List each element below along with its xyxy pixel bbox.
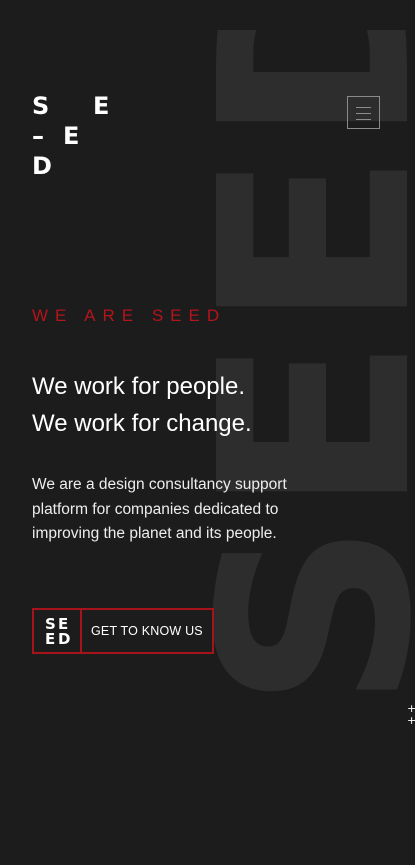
decorative-crosses: + + [407, 703, 415, 727]
eyebrow-text: WE ARE SEED [32, 306, 227, 325]
plus-icon: + [407, 714, 415, 727]
cta-logo-letter: E [45, 630, 56, 648]
menu-bar [356, 113, 371, 114]
headline-line-2: We work for change. [32, 410, 252, 437]
menu-button[interactable] [347, 96, 380, 129]
menu-bar [356, 119, 371, 120]
logo-letter: E [63, 122, 80, 150]
headline: We work for people. We work for change. [32, 368, 362, 442]
cta-seed-logo: S E E D [32, 608, 82, 654]
get-to-know-us-button[interactable]: S E E D GET TO KNOW US [32, 608, 214, 654]
cta-logo-letter: D [58, 630, 71, 648]
logo-letter: D [32, 152, 52, 180]
description-text: We are a design consultancy support plat… [32, 476, 287, 542]
headline-line-1: We work for people. [32, 373, 245, 400]
logo-letter: – [32, 122, 44, 150]
menu-bar [356, 107, 371, 108]
logo-letter: E [93, 92, 110, 120]
logo-letter: S [32, 92, 50, 120]
seed-logo[interactable]: S E – E D [32, 94, 112, 180]
page: SEED S E – E D WE ARE SEED We work for p… [0, 0, 415, 865]
cta-label: GET TO KNOW US [82, 608, 214, 654]
